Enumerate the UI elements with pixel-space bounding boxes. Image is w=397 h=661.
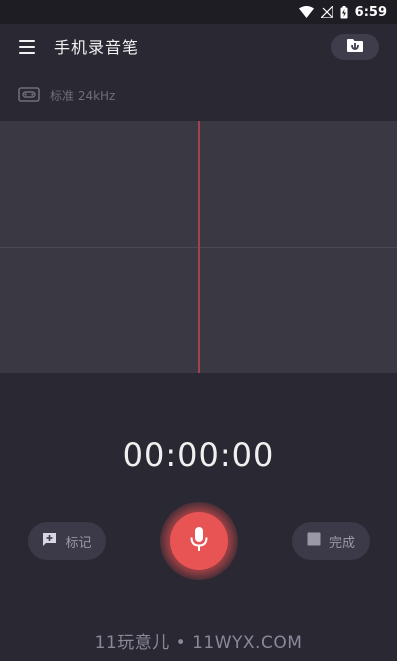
watermark-text: 11玩意儿 • 11WYX.COM: [94, 633, 303, 653]
done-button[interactable]: 完成: [292, 522, 370, 560]
recording-timer: 00:00:00: [122, 436, 275, 474]
waveform-display: [0, 121, 397, 373]
quality-label: 标准 24kHz: [50, 89, 116, 103]
record-button[interactable]: [170, 512, 228, 570]
microphone-icon: [189, 526, 209, 556]
recordings-folder-button[interactable]: [331, 34, 379, 60]
status-time: 6:59: [354, 4, 387, 20]
cassette-tape-icon: [18, 87, 40, 103]
hamburger-menu-icon[interactable]: [18, 38, 38, 56]
status-bar: 6:59: [0, 0, 397, 24]
quality-row[interactable]: 标准 24kHz: [0, 70, 397, 120]
battery-charging-icon: [340, 5, 348, 19]
mark-button[interactable]: 标记: [28, 522, 106, 560]
done-button-label: 完成: [328, 535, 355, 551]
status-icons: 6:59: [298, 3, 387, 21]
flag-plus-icon: [42, 532, 57, 551]
no-signal-icon: [320, 6, 333, 18]
playhead-line: [198, 121, 200, 373]
wifi-icon: [298, 6, 314, 18]
app-screen: 6:59 手机录音笔 标准 24kHz 00:00:00 标记 完成 11玩意儿…: [0, 0, 397, 661]
app-bar: 手机录音笔: [0, 24, 397, 70]
mark-button-label: 标记: [65, 535, 92, 551]
app-title: 手机录音笔: [54, 38, 140, 57]
stop-square-icon: [307, 532, 321, 550]
folder-download-icon: [346, 38, 364, 57]
